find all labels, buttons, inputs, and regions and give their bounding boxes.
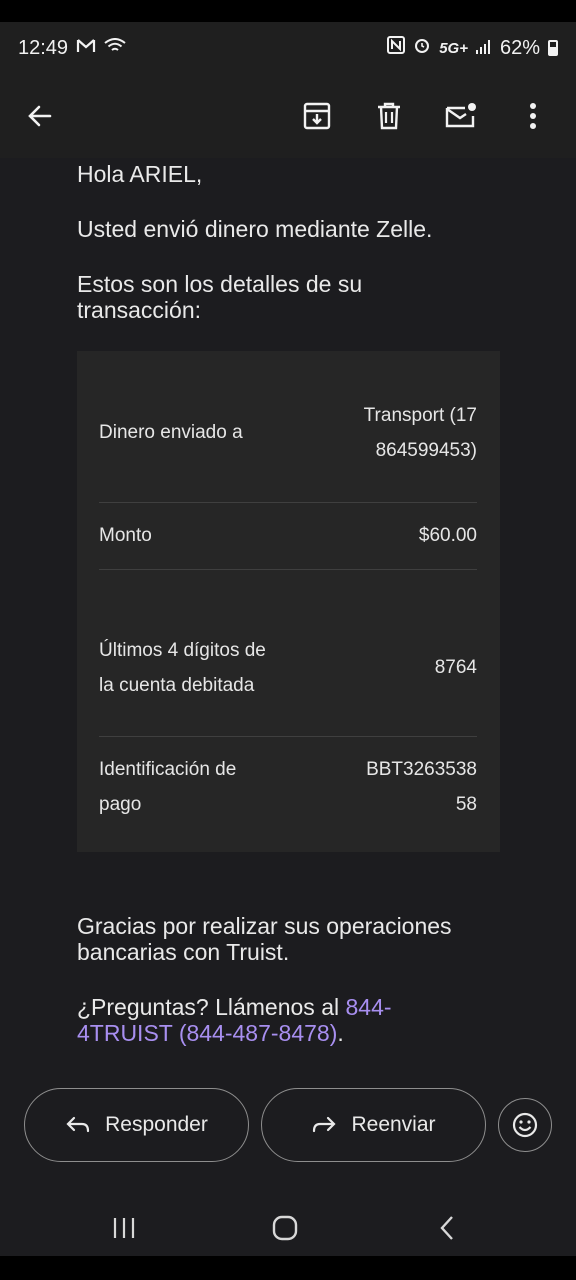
signal-icon	[475, 37, 492, 60]
network-type: 5G+	[439, 39, 468, 57]
email-body: Hola ARIEL, Usted envió dinero mediante …	[0, 158, 576, 1200]
forward-icon	[313, 1116, 337, 1133]
nfc-icon	[387, 36, 406, 60]
email-thanks: Gracias por realizar sus operaciones ban…	[77, 913, 452, 965]
recent-apps-button[interactable]	[104, 1208, 144, 1248]
bottom-black-bar	[0, 1256, 576, 1280]
forward-button[interactable]: Reenviar	[261, 1088, 486, 1162]
detail-label: Identificación de pago	[99, 759, 237, 815]
archive-icon	[303, 102, 331, 130]
questions-text: ¿Preguntas? Llámenos al	[77, 994, 346, 1020]
battery-percent: 62%	[499, 36, 540, 59]
mark-unread-icon	[445, 103, 476, 128]
status-bar: 12:49 5G+ 62%	[0, 22, 576, 74]
questions-period: .	[337, 1020, 344, 1046]
trash-icon	[378, 102, 400, 130]
top-black-bar	[0, 0, 576, 22]
email-line-sent: Usted envió dinero mediante Zelle.	[77, 216, 433, 242]
system-nav-bar	[0, 1200, 576, 1256]
divider	[99, 502, 477, 503]
delete-button[interactable]	[364, 91, 414, 141]
back-button[interactable]	[18, 94, 62, 138]
status-time: 12:49	[18, 36, 69, 59]
archive-button[interactable]	[292, 91, 342, 141]
email-toolbar	[0, 74, 576, 158]
detail-row-recipient: Dinero enviado a Transport (17864599453)	[99, 379, 477, 486]
detail-row-payment-id: Identificación de pago BBT326353858	[99, 752, 477, 822]
nav-back-button[interactable]	[427, 1208, 467, 1248]
forward-label: Reenviar	[351, 1113, 436, 1136]
detail-value: BBT326353858	[366, 759, 477, 815]
detail-row-amount: Monto $60.00	[99, 518, 477, 553]
email-questions: ¿Preguntas? Llámenos al 844-4TRUIST (844…	[77, 994, 437, 1046]
reply-actions: Responder Reenviar	[0, 1088, 576, 1162]
detail-value: 8764	[434, 657, 477, 678]
more-vert-icon	[530, 103, 536, 129]
mark-unread-button[interactable]	[436, 91, 486, 141]
home-icon	[272, 1215, 298, 1241]
reply-button[interactable]: Responder	[24, 1088, 249, 1162]
detail-label: Últimos 4 dígitos de la cuenta debitada	[99, 639, 266, 696]
detail-row-account: Últimos 4 dígitos de la cuenta debitada …	[99, 615, 477, 720]
emoji-reaction-button[interactable]	[498, 1098, 552, 1152]
detail-value: $60.00	[418, 525, 477, 546]
home-button[interactable]	[265, 1208, 305, 1248]
reply-label: Responder	[105, 1113, 208, 1136]
detail-label: Dinero enviado a	[99, 422, 243, 443]
more-options-button[interactable]	[508, 91, 558, 141]
battery-icon	[548, 40, 558, 56]
recent-apps-icon	[113, 1218, 135, 1238]
arrow-left-icon	[28, 105, 52, 127]
gmail-icon	[76, 37, 96, 60]
divider	[99, 569, 477, 570]
reply-icon	[66, 1116, 90, 1133]
alarm-icon	[413, 36, 431, 60]
wifi-icon	[104, 37, 126, 60]
email-greeting: Hola ARIEL,	[77, 161, 203, 187]
email-line-details: Estos son los detalles de su transacción…	[77, 271, 363, 323]
divider	[99, 736, 477, 737]
chevron-left-icon	[440, 1216, 453, 1240]
transaction-details-table: Dinero enviado a Transport (17864599453)…	[77, 351, 500, 852]
detail-label: Monto	[99, 525, 152, 546]
emoji-icon	[512, 1112, 538, 1138]
detail-value: Transport (17864599453)	[363, 404, 477, 461]
